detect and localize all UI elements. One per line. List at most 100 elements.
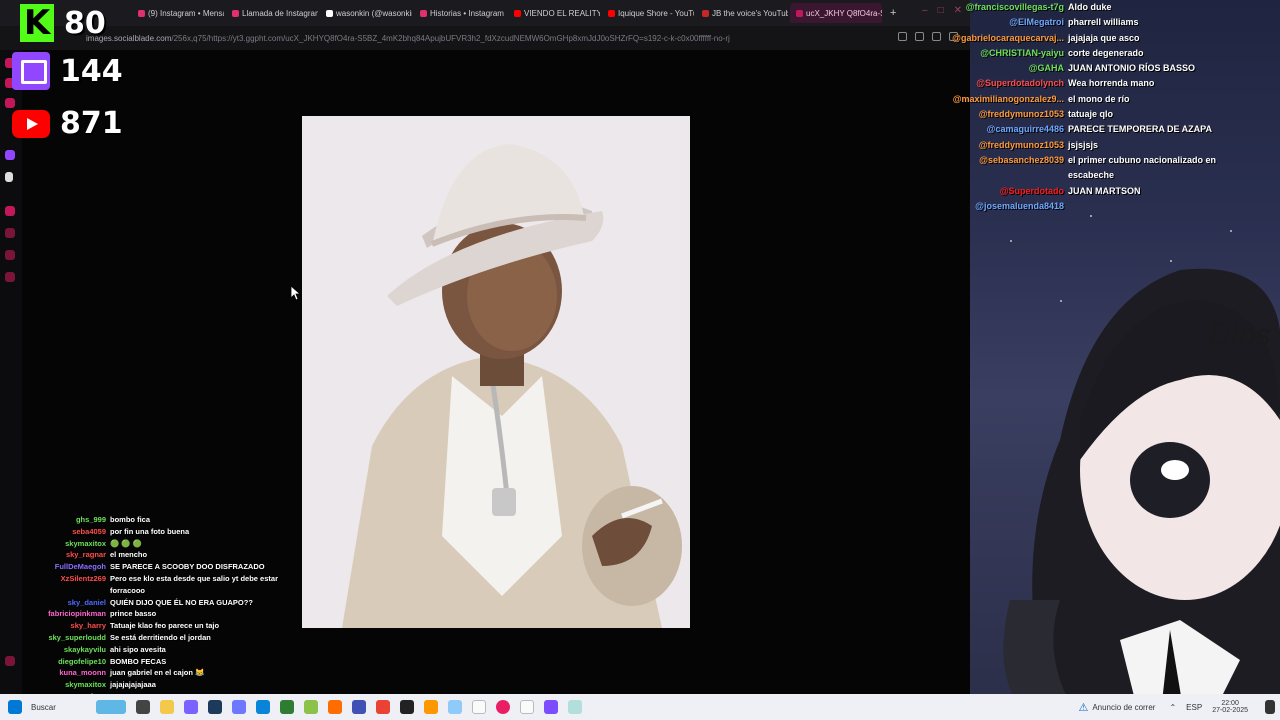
chat-text: QUIÉN DIJO QUE ÉL NO ERA GUAPO??: [110, 597, 253, 607]
extension-icon[interactable]: [898, 32, 907, 41]
chat-message: XzSilentz269 Pero ese klo esta desde que …: [20, 573, 310, 597]
chat-message: @gabrielocaraquecarvaj... jajajaja que as…: [930, 31, 1280, 46]
sidebar-app-icon[interactable]: [5, 656, 15, 666]
app-icon[interactable]: [280, 700, 294, 714]
browser-tab-active[interactable]: ucX_JKHY Q8fO4ra-S5BZ: [790, 3, 882, 23]
chat-text: corte degenerado: [1068, 47, 1144, 58]
browser-tab[interactable]: (9) Instagram • Mensajes: [132, 3, 224, 23]
chat-text: juan gabriel en el cajon 😹: [110, 668, 205, 678]
new-tab-button[interactable]: +: [884, 7, 902, 19]
browser-tab[interactable]: VIENDO EL REALITY Y S: [508, 3, 600, 23]
chat-text: jajajajajajaaa: [110, 680, 156, 690]
twitch-logo-icon: [12, 52, 50, 90]
youtube-viewer-counter: 871: [12, 106, 123, 141]
chrome-icon[interactable]: [376, 700, 390, 714]
chat-text: el mencho: [110, 550, 148, 560]
chat-message: ghs_999 bombo fica: [20, 514, 310, 526]
tray-chevron-icon[interactable]: ⌃: [1169, 703, 1176, 712]
chat-username: skymaxitox: [65, 680, 106, 690]
chat-text: pharrell williams: [1068, 17, 1139, 28]
chat-message: @freddymunoz1053 jsjsjsjs: [930, 138, 1280, 153]
chat-message: @maximilianogonzalez9... el mono de río: [930, 92, 1280, 107]
stream-chat-right: @franciscovillegas-t7g Aldo duke @ElMegat…: [930, 0, 1280, 214]
chat-message: skymaxitox jajajajajajaaa: [20, 679, 310, 691]
sidebar-app-icon[interactable]: [5, 206, 15, 216]
chat-message: sky_ragnar el mencho: [20, 549, 310, 561]
chat-username: kuna_moonn: [59, 668, 106, 678]
firefox-icon[interactable]: [328, 700, 342, 714]
browser-tab[interactable]: Historias • Instagram: [414, 3, 506, 23]
taskbar-search[interactable]: Buscar: [31, 703, 91, 712]
chat-text: SE PARECE A SCOOBY DOO DISFRAZADO: [110, 562, 265, 572]
app-icon[interactable]: [304, 700, 318, 714]
app-icon[interactable]: [352, 700, 366, 714]
browser-tab[interactable]: Iquique Shore - YouTube: [602, 3, 694, 23]
app-icon[interactable]: [448, 700, 462, 714]
chat-username: @sebasanchez8039: [979, 154, 1064, 165]
tab-label: VIENDO EL REALITY Y S: [524, 8, 600, 18]
chat-message: @Superdotadolynch Wea horrenda mano: [930, 76, 1280, 91]
youtube-logo-icon: [12, 109, 50, 138]
sidebar-app-icon[interactable]: [5, 272, 15, 282]
minimize-icon[interactable]: –: [922, 5, 928, 16]
chat-username: @maximilianogonzalez9...: [952, 93, 1064, 104]
chat-message: @freddymunoz1053 tatuaje qlo: [930, 107, 1280, 122]
app-icon[interactable]: [544, 700, 558, 714]
app-icon[interactable]: [184, 700, 198, 714]
app-icon[interactable]: [232, 700, 246, 714]
chat-text: ahi sipo avesita: [110, 644, 166, 654]
browser-tab[interactable]: JB the voice's YouTube: [696, 3, 788, 23]
chat-message: @camaguirre4486 PARECE TEMPORERA DE AZAPA: [930, 122, 1280, 137]
sidebar-app-icon[interactable]: [5, 250, 15, 260]
widget-icon[interactable]: [96, 700, 126, 714]
chat-username: seba4059: [72, 526, 106, 536]
sidebar-app-icon[interactable]: [5, 228, 15, 238]
x-sidebar-icon[interactable]: [5, 172, 13, 182]
tab-favicon-icon: [326, 9, 333, 17]
tab-favicon-icon: [420, 9, 427, 17]
chat-username: sky_daniel: [67, 597, 106, 607]
app-icon[interactable]: [400, 700, 414, 714]
warning-icon[interactable]: ⚠: [1078, 701, 1088, 714]
twitch-sidebar-icon[interactable]: [5, 150, 15, 160]
clock[interactable]: 22:00 27-02-2025: [1212, 700, 1248, 714]
app-icon[interactable]: [472, 700, 486, 714]
chat-message: sky_harry Tatuaje klao feo parece un tajo: [20, 620, 310, 632]
tab-favicon-icon: [702, 9, 709, 17]
kick-logo-icon: K: [20, 4, 54, 42]
chat-message: kuna_moonn juan gabriel en el cajon 😹: [20, 667, 310, 679]
browser-tab-bar: (9) Instagram • Mensajes Llamada de Inst…: [0, 0, 970, 26]
tab-favicon-icon: [796, 9, 803, 17]
news-widget[interactable]: Anuncio de correr: [1092, 703, 1155, 712]
chat-username: @Superdotado: [999, 185, 1064, 196]
chat-message: @CHRISTIAN-yaiyu corte degenerado: [930, 46, 1280, 61]
input-language[interactable]: ESP: [1186, 703, 1202, 712]
notification-icon[interactable]: [1265, 700, 1275, 714]
tab-label: (9) Instagram • Mensajes: [148, 8, 224, 18]
browser-tab[interactable]: wasonkin (@wasonkin): [320, 3, 412, 23]
tab-favicon-icon: [138, 9, 145, 17]
chat-text: 🟢 🟢 🟢: [110, 538, 143, 548]
chat-message: diegofelipe10 BOMBO FECAS: [20, 656, 310, 668]
windows-start-icon[interactable]: [8, 700, 22, 714]
tab-label: JB the voice's YouTube: [712, 8, 788, 18]
app-icon[interactable]: [568, 700, 582, 714]
profile-icon[interactable]: [915, 32, 924, 41]
clock-time: 22:00: [1221, 700, 1239, 707]
address-bar[interactable]: images.socialblade.com/256x,q75/https://…: [0, 26, 970, 50]
opera-icon[interactable]: [496, 700, 510, 714]
app-icon[interactable]: [208, 700, 222, 714]
app-icon[interactable]: [520, 700, 534, 714]
chat-text: BOMBO FECAS: [110, 656, 167, 666]
url-text[interactable]: images.socialblade.com/256x,q75/https://…: [86, 34, 866, 43]
app-icon[interactable]: [424, 700, 438, 714]
edge-browser-icon[interactable]: [256, 700, 270, 714]
file-explorer-icon[interactable]: [160, 700, 174, 714]
chat-text: tatuaje qlo: [1068, 109, 1114, 120]
chat-username: @franciscovillegas-t7g: [965, 2, 1064, 12]
chat-username: sky_harry: [70, 621, 106, 631]
youtube-count: 871: [60, 106, 123, 141]
browser-tab[interactable]: Llamada de Instagram: [226, 3, 318, 23]
chat-message: @ElMegatroi pharrell williams: [930, 15, 1280, 30]
task-view-icon[interactable]: [136, 700, 150, 714]
